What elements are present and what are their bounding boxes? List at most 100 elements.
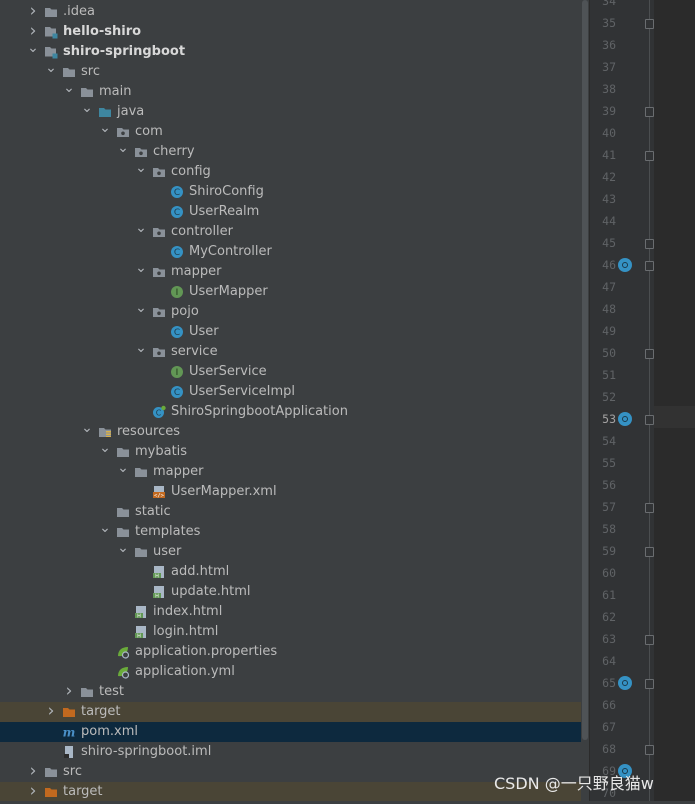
line-number: 36 — [602, 38, 616, 52]
editor-area[interactable] — [654, 0, 695, 801]
tree-node-label: main — [99, 84, 132, 99]
package-icon — [152, 265, 166, 279]
override-method-icon[interactable] — [618, 258, 632, 272]
line-number: 37 — [602, 60, 616, 74]
tree-node-login-html[interactable]: Hlogin.html — [0, 622, 581, 642]
tree-node-mycontroller[interactable]: C MyController — [0, 242, 581, 262]
svg-text:C: C — [174, 388, 180, 398]
chevron-right-icon[interactable]: › — [45, 702, 57, 722]
fold-marker-icon[interactable] — [645, 107, 654, 117]
fold-marker-icon[interactable] — [645, 415, 654, 425]
chevron-right-icon[interactable]: › — [27, 762, 39, 782]
fold-marker-icon[interactable] — [645, 745, 654, 755]
tree-node-templates[interactable]: ⌄ templates — [0, 521, 581, 542]
chevron-down-icon[interactable]: ⌄ — [135, 261, 147, 282]
fold-marker-icon[interactable] — [645, 635, 654, 645]
tree-node-static[interactable]: static — [0, 502, 581, 522]
line-number: 48 — [602, 302, 616, 316]
tree-node-shirospringbootapplication[interactable]: C ShiroSpringbootApplication — [0, 402, 581, 422]
override-method-icon[interactable] — [618, 676, 632, 690]
fold-marker-icon[interactable] — [645, 547, 654, 557]
tree-node-application-properties[interactable]: application.properties — [0, 642, 581, 662]
chevron-down-icon[interactable]: ⌄ — [135, 221, 147, 242]
chevron-down-icon[interactable]: ⌄ — [27, 41, 39, 62]
tree-node-shiro-springboot-iml[interactable]: shiro-springboot.iml — [0, 742, 581, 762]
fold-marker-icon[interactable] — [645, 503, 654, 513]
chevron-right-icon[interactable]: › — [63, 682, 75, 702]
line-number: 39 — [602, 104, 616, 118]
chevron-down-icon[interactable]: ⌄ — [63, 81, 75, 102]
tree-node-label: service — [171, 344, 218, 359]
line-number: 53 — [602, 412, 616, 426]
tree-node--idea[interactable]: › .idea — [0, 2, 581, 22]
tree-node-user[interactable]: C User — [0, 322, 581, 342]
package-icon — [152, 345, 166, 359]
tree-node-com[interactable]: ⌄ com — [0, 121, 581, 142]
chevron-down-icon[interactable]: ⌄ — [81, 101, 93, 122]
chevron-down-icon[interactable]: ⌄ — [117, 141, 129, 162]
maven-icon: m — [62, 725, 76, 740]
tree-node-userservice[interactable]: I UserService — [0, 362, 581, 382]
tree-node-label: login.html — [153, 624, 219, 639]
tree-node-test[interactable]: › test — [0, 682, 581, 702]
tree-node-target[interactable]: › target — [0, 702, 581, 722]
chevron-down-icon[interactable]: ⌄ — [135, 341, 147, 362]
tree-node-resources[interactable]: ⌄ resources — [0, 421, 581, 442]
current-line-highlight — [654, 406, 695, 428]
tree-node-update-html[interactable]: Hupdate.html — [0, 582, 581, 602]
scrollbar-thumb[interactable] — [582, 0, 588, 740]
tree-node-src[interactable]: ⌄ src — [0, 61, 581, 82]
tree-node-label: user — [153, 544, 182, 559]
tree-node-config[interactable]: ⌄ config — [0, 161, 581, 182]
tree-node-usermapper[interactable]: I UserMapper — [0, 282, 581, 302]
tree-node-label: mapper — [153, 464, 204, 479]
tree-node-index-html[interactable]: Hindex.html — [0, 602, 581, 622]
tree-node-pojo[interactable]: ⌄ pojo — [0, 301, 581, 322]
tree-node-usermapper-xml[interactable]: </> UserMapper.xml — [0, 482, 581, 502]
tree-node-label: src — [81, 64, 100, 79]
resources-folder-icon — [98, 425, 112, 439]
tree-node-mybatis[interactable]: ⌄ mybatis — [0, 441, 581, 462]
chevron-right-icon[interactable]: › — [27, 782, 39, 801]
line-number: 44 — [602, 214, 616, 228]
chevron-down-icon[interactable]: ⌄ — [117, 461, 129, 482]
tree-node-userrealm[interactable]: C UserRealm — [0, 202, 581, 222]
chevron-right-icon[interactable]: › — [27, 22, 39, 42]
tree-node-application-yml[interactable]: application.yml — [0, 662, 581, 682]
line-number: 59 — [602, 544, 616, 558]
fold-marker-icon[interactable] — [645, 151, 654, 161]
fold-marker-icon[interactable] — [645, 261, 654, 271]
tree-node-userserviceimpl[interactable]: C UserServiceImpl — [0, 382, 581, 402]
chevron-down-icon[interactable]: ⌄ — [135, 301, 147, 322]
chevron-down-icon[interactable]: ⌄ — [99, 121, 111, 142]
project-tree-scrollbar[interactable] — [581, 0, 589, 801]
fold-marker-icon[interactable] — [645, 239, 654, 249]
tree-node-service[interactable]: ⌄ service — [0, 341, 581, 362]
fold-marker-icon[interactable] — [645, 19, 654, 29]
tree-node-main[interactable]: ⌄ main — [0, 81, 581, 102]
tree-node-mapper[interactable]: ⌄ mapper — [0, 261, 581, 282]
tree-node-add-html[interactable]: Hadd.html — [0, 562, 581, 582]
chevron-down-icon[interactable]: ⌄ — [81, 421, 93, 442]
chevron-right-icon[interactable]: › — [27, 2, 39, 22]
tree-node-java[interactable]: ⌄ java — [0, 101, 581, 122]
tree-node-shiro-springboot[interactable]: ⌄ shiro-springboot — [0, 41, 581, 62]
fold-marker-icon[interactable] — [645, 679, 654, 689]
tree-node-label: shiro-springboot.iml — [81, 744, 212, 759]
chevron-down-icon[interactable]: ⌄ — [117, 541, 129, 562]
tree-node-shiroconfig[interactable]: C ShiroConfig — [0, 182, 581, 202]
tree-node-cherry[interactable]: ⌄ cherry — [0, 141, 581, 162]
chevron-down-icon[interactable]: ⌄ — [99, 441, 111, 462]
tree-node-label: resources — [117, 424, 181, 439]
chevron-down-icon[interactable]: ⌄ — [99, 521, 111, 542]
tree-node-hello-shiro[interactable]: › hello-shiro — [0, 22, 581, 42]
tree-node-user[interactable]: ⌄ user — [0, 541, 581, 562]
override-method-icon[interactable] — [618, 412, 632, 426]
line-number: 65 — [602, 676, 616, 690]
tree-node-controller[interactable]: ⌄ controller — [0, 221, 581, 242]
chevron-down-icon[interactable]: ⌄ — [45, 61, 57, 82]
tree-node-pom-xml[interactable]: m pom.xml — [0, 722, 581, 742]
chevron-down-icon[interactable]: ⌄ — [135, 161, 147, 182]
tree-node-mapper[interactable]: ⌄ mapper — [0, 461, 581, 482]
fold-marker-icon[interactable] — [645, 349, 654, 359]
